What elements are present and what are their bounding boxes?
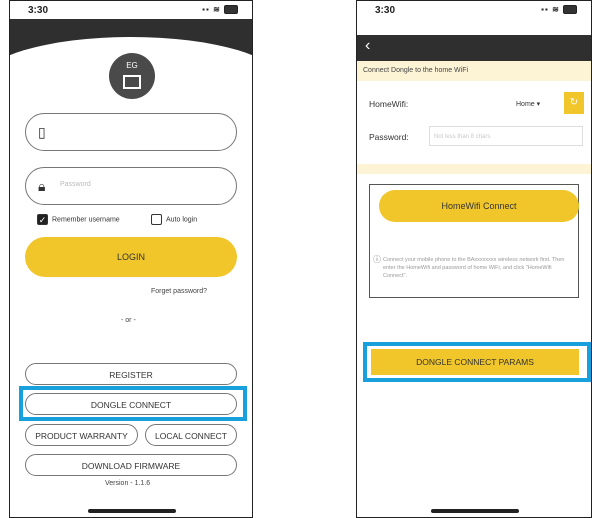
remember-username-checkbox[interactable]: ✓ Remember username — [37, 214, 120, 225]
status-bar: 3:30 ▪▪ ≋ — [357, 1, 591, 23]
version-text: Version - 1.1.6 — [105, 480, 151, 487]
homewifi-connect-button[interactable]: HomeWifi Connect — [379, 190, 579, 222]
login-button[interactable]: LOGIN — [25, 237, 237, 277]
logo-box-icon — [123, 75, 141, 89]
status-time: 3:30 — [28, 5, 49, 16]
info-text: Connect your mobile phone to the BAxxxxx… — [383, 257, 565, 279]
battery-icon — [224, 5, 238, 15]
dongle-params-highlight — [363, 342, 591, 382]
status-bar: 3:30 ▪▪ ≋ — [10, 1, 252, 23]
dongle-wifi-screen: 3:30 ▪▪ ≋ ‹ Connect Dongle to the home W… — [356, 0, 592, 518]
local-connect-button[interactable]: LOCAL CONNECT — [145, 424, 237, 446]
checkbox-unchecked-icon — [151, 214, 162, 225]
connect-banner: Connect Dongle to the home WiFi — [357, 61, 591, 81]
auto-login-label: Auto login — [166, 216, 198, 224]
register-button[interactable]: REGISTER — [25, 363, 237, 385]
password-placeholder: Password — [60, 181, 91, 188]
username-field[interactable]: ▯ — [25, 113, 237, 151]
remember-username-label: Remember username — [52, 216, 120, 224]
password-label: Password: — [369, 132, 409, 142]
info-note: ⓘ Connect your mobile phone to the BAxxx… — [373, 256, 575, 280]
forget-password-link[interactable]: Forget password? — [151, 288, 207, 295]
app-logo: EG — [109, 53, 155, 99]
lock-icon: 🔒︎ — [38, 178, 46, 194]
refresh-icon[interactable]: ↻ — [564, 92, 584, 114]
status-time: 3:30 — [375, 5, 396, 16]
nav-bar: ‹ — [357, 35, 591, 61]
status-icons: ▪▪ ≋ — [541, 5, 577, 15]
section-separator — [357, 164, 591, 174]
checkbox-checked-icon: ✓ — [37, 214, 48, 225]
product-warranty-button[interactable]: PRODUCT WARRANTY — [25, 424, 138, 446]
home-indicator — [431, 509, 519, 513]
info-icon: ⓘ — [373, 255, 381, 264]
dongle-connect-highlight — [19, 386, 247, 421]
wifi-password-input[interactable]: Not less than 8 chars — [429, 126, 583, 146]
homewifi-select[interactable]: Home ▾ — [516, 100, 540, 108]
password-field[interactable]: 🔒︎ Password — [25, 167, 237, 205]
logo-text: EG — [126, 61, 138, 70]
phone-icon: ▯ — [38, 124, 46, 140]
download-firmware-button[interactable]: DOWNLOAD FIRMWARE — [25, 454, 237, 476]
home-indicator — [88, 509, 176, 513]
auto-login-checkbox[interactable]: Auto login — [151, 214, 197, 225]
back-icon[interactable]: ‹ — [365, 37, 370, 55]
login-screen: 3:30 ▪▪ ≋ EG ▯ 🔒︎ Password ✓ Remember use… — [9, 0, 253, 518]
battery-icon — [563, 5, 577, 15]
status-icons: ▪▪ ≋ — [202, 5, 238, 15]
homewifi-label: HomeWifi: — [369, 99, 409, 109]
or-divider: - or - — [121, 317, 136, 324]
